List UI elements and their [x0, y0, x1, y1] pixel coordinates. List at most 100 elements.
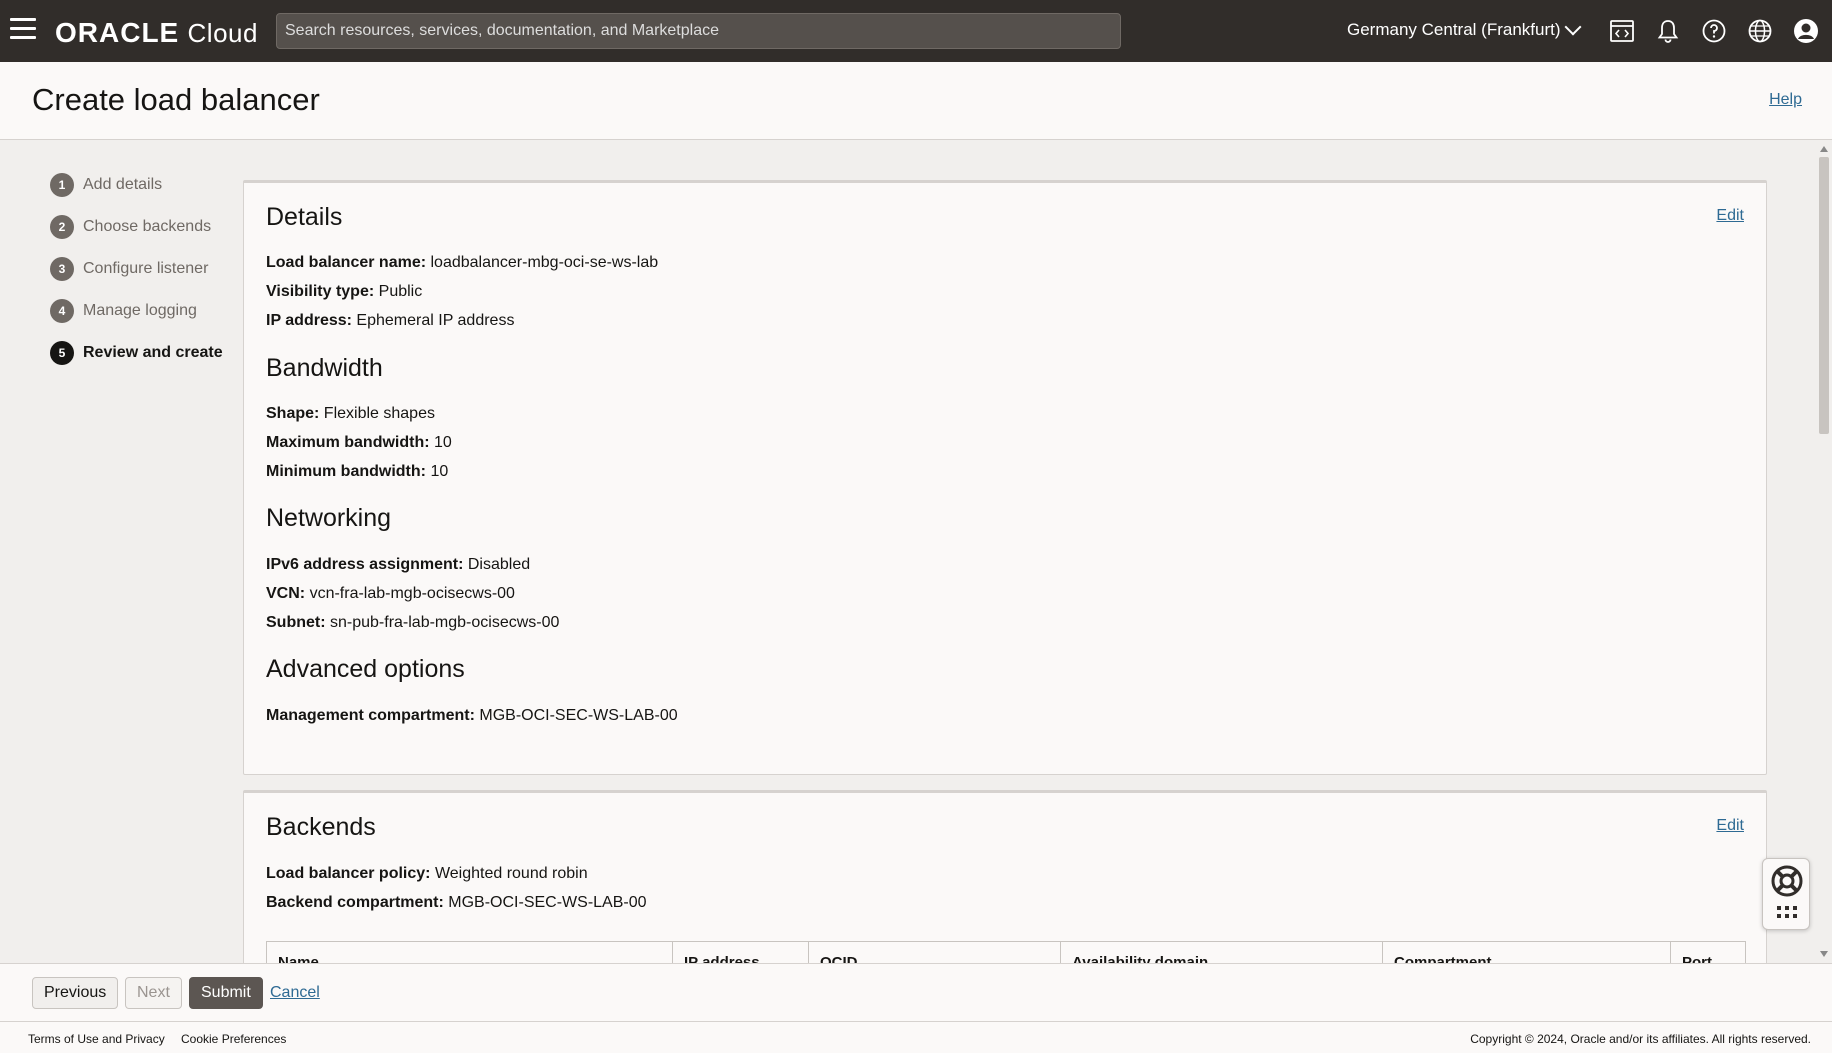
- detail-value: Ephemeral IP address: [356, 312, 515, 329]
- language-globe-icon[interactable]: [1746, 17, 1774, 45]
- step-add-details[interactable]: 1 Add details: [50, 164, 223, 206]
- detail-row: Management compartment: MGB-OCI-SEC-WS-L…: [266, 707, 678, 725]
- detail-key: Load balancer policy:: [266, 865, 431, 882]
- detail-row: Shape: Flexible shapes: [266, 405, 435, 423]
- scroll-down-arrow[interactable]: [1820, 951, 1828, 957]
- detail-row: IPv6 address assignment: Disabled: [266, 556, 530, 574]
- lifebuoy-icon: [1771, 865, 1803, 918]
- step-label: Manage logging: [83, 302, 197, 319]
- detail-row: IP address: Ephemeral IP address: [266, 312, 514, 330]
- cancel-link[interactable]: Cancel: [270, 984, 320, 1002]
- details-edit-link[interactable]: Edit: [1716, 207, 1744, 225]
- chevron-down-icon: [1564, 18, 1581, 36]
- help-link[interactable]: Help: [1769, 91, 1802, 109]
- vertical-scrollbar[interactable]: [1816, 140, 1832, 963]
- cookie-preferences-link[interactable]: Cookie Preferences: [181, 1032, 286, 1046]
- scroll-up-arrow[interactable]: [1820, 146, 1828, 152]
- top-navigation-bar: ORACLE Cloud Germany Central (Frankfurt): [0, 0, 1832, 62]
- step-choose-backends[interactable]: 2 Choose backends: [50, 206, 223, 248]
- step-number: 2: [50, 215, 74, 239]
- brand-main: ORACLE: [55, 17, 180, 48]
- detail-key: VCN:: [266, 585, 306, 602]
- search-box[interactable]: [276, 13, 1121, 49]
- detail-key: IPv6 address assignment:: [266, 556, 464, 573]
- detail-row: Visibility type: Public: [266, 283, 422, 301]
- step-label: Add details: [83, 176, 163, 193]
- step-number: 5: [50, 341, 74, 365]
- region-selector[interactable]: Germany Central (Frankfurt): [1347, 18, 1581, 40]
- advanced-options-heading: Advanced options: [266, 655, 465, 683]
- column-header-compartment[interactable]: Compartment: [1383, 942, 1671, 963]
- menu-icon[interactable]: [10, 18, 36, 42]
- step-review-and-create[interactable]: 5 Review and create: [50, 332, 223, 374]
- networking-heading: Networking: [266, 504, 392, 532]
- page-header: Create load balancer Help: [0, 62, 1832, 140]
- detail-row: Maximum bandwidth: 10: [266, 434, 452, 452]
- support-widget[interactable]: [1762, 858, 1810, 930]
- backends-table: Name IP address OCID Availability domain…: [266, 941, 1746, 963]
- detail-row: Load balancer name: loadbalancer-mbg-oci…: [266, 254, 658, 272]
- detail-key: Maximum bandwidth:: [266, 434, 430, 451]
- wizard-steps: 1 Add details 2 Choose backends 3 Config…: [50, 164, 223, 374]
- copyright-text: Copyright © 2024, Oracle and/or its affi…: [1470, 1032, 1811, 1046]
- step-label: Configure listener: [83, 260, 209, 277]
- column-header-port[interactable]: Port: [1671, 942, 1745, 963]
- previous-button[interactable]: Previous: [32, 977, 119, 1009]
- detail-key: Subnet:: [266, 614, 326, 631]
- detail-key: Minimum bandwidth:: [266, 463, 426, 480]
- details-heading: Details: [266, 203, 343, 231]
- detail-value: sn-pub-fra-lab-mgb-ocisecws-00: [330, 614, 560, 631]
- bandwidth-heading: Bandwidth: [266, 354, 383, 382]
- column-header-availability-domain[interactable]: Availability domain: [1061, 942, 1383, 963]
- detail-value: MGB-OCI-SEC-WS-LAB-00: [448, 894, 647, 911]
- detail-key: Management compartment:: [266, 707, 475, 724]
- detail-value: 10: [434, 434, 452, 451]
- detail-value: vcn-fra-lab-mgb-ocisecws-00: [309, 585, 515, 602]
- user-profile-icon[interactable]: [1792, 17, 1820, 45]
- step-configure-listener[interactable]: 3 Configure listener: [50, 248, 223, 290]
- detail-key: IP address:: [266, 312, 352, 329]
- notifications-bell-icon[interactable]: [1654, 17, 1682, 45]
- brand-sub: Cloud: [187, 18, 258, 48]
- detail-key: Backend compartment:: [266, 894, 444, 911]
- step-label: Choose backends: [83, 218, 212, 235]
- main-content: 1 Add details 2 Choose backends 3 Config…: [0, 140, 1832, 963]
- column-header-ocid[interactable]: OCID: [809, 942, 1061, 963]
- column-header-ip-address[interactable]: IP address: [673, 942, 809, 963]
- terms-link[interactable]: Terms of Use and Privacy: [28, 1032, 165, 1046]
- submit-button[interactable]: Submit: [189, 977, 263, 1009]
- detail-row: Minimum bandwidth: 10: [266, 463, 448, 481]
- step-number: 1: [50, 173, 74, 197]
- detail-value: MGB-OCI-SEC-WS-LAB-00: [479, 707, 678, 724]
- search-input[interactable]: [285, 22, 1112, 40]
- detail-key: Load balancer name:: [266, 254, 427, 271]
- detail-value: Public: [378, 283, 423, 300]
- backends-edit-link[interactable]: Edit: [1716, 817, 1744, 835]
- detail-key: Visibility type:: [266, 283, 375, 300]
- detail-row: Backend compartment: MGB-OCI-SEC-WS-LAB-…: [266, 894, 647, 912]
- help-icon[interactable]: [1700, 17, 1728, 45]
- page-title: Create load balancer: [32, 82, 320, 117]
- backends-card: Backends Edit Load balancer policy: Weig…: [243, 790, 1767, 963]
- detail-row: VCN: vcn-fra-lab-mgb-ocisecws-00: [266, 585, 515, 603]
- scrollbar-thumb[interactable]: [1819, 157, 1829, 434]
- column-header-name[interactable]: Name: [267, 942, 673, 963]
- detail-value: Weighted round robin: [434, 865, 588, 882]
- wizard-action-bar: Previous Next Submit Cancel: [0, 963, 1832, 1021]
- step-number: 4: [50, 299, 74, 323]
- backends-heading: Backends: [266, 813, 376, 841]
- code-editor-icon[interactable]: [1608, 17, 1636, 45]
- step-number: 3: [50, 257, 74, 281]
- detail-value: loadbalancer-mbg-oci-se-ws-lab: [430, 254, 659, 271]
- region-label: Germany Central (Frankfurt): [1347, 20, 1561, 39]
- detail-row: Subnet: sn-pub-fra-lab-mgb-ocisecws-00: [266, 614, 559, 632]
- detail-value: Flexible shapes: [323, 405, 435, 422]
- step-label: Review and create: [83, 344, 223, 361]
- page-footer: Terms of Use and Privacy Cookie Preferen…: [0, 1021, 1832, 1053]
- detail-value: Disabled: [467, 556, 531, 573]
- detail-value: 10: [430, 463, 449, 480]
- detail-key: Shape:: [266, 405, 320, 422]
- step-manage-logging[interactable]: 4 Manage logging: [50, 290, 223, 332]
- oracle-cloud-logo[interactable]: ORACLE Cloud: [55, 17, 258, 49]
- next-button[interactable]: Next: [125, 977, 182, 1009]
